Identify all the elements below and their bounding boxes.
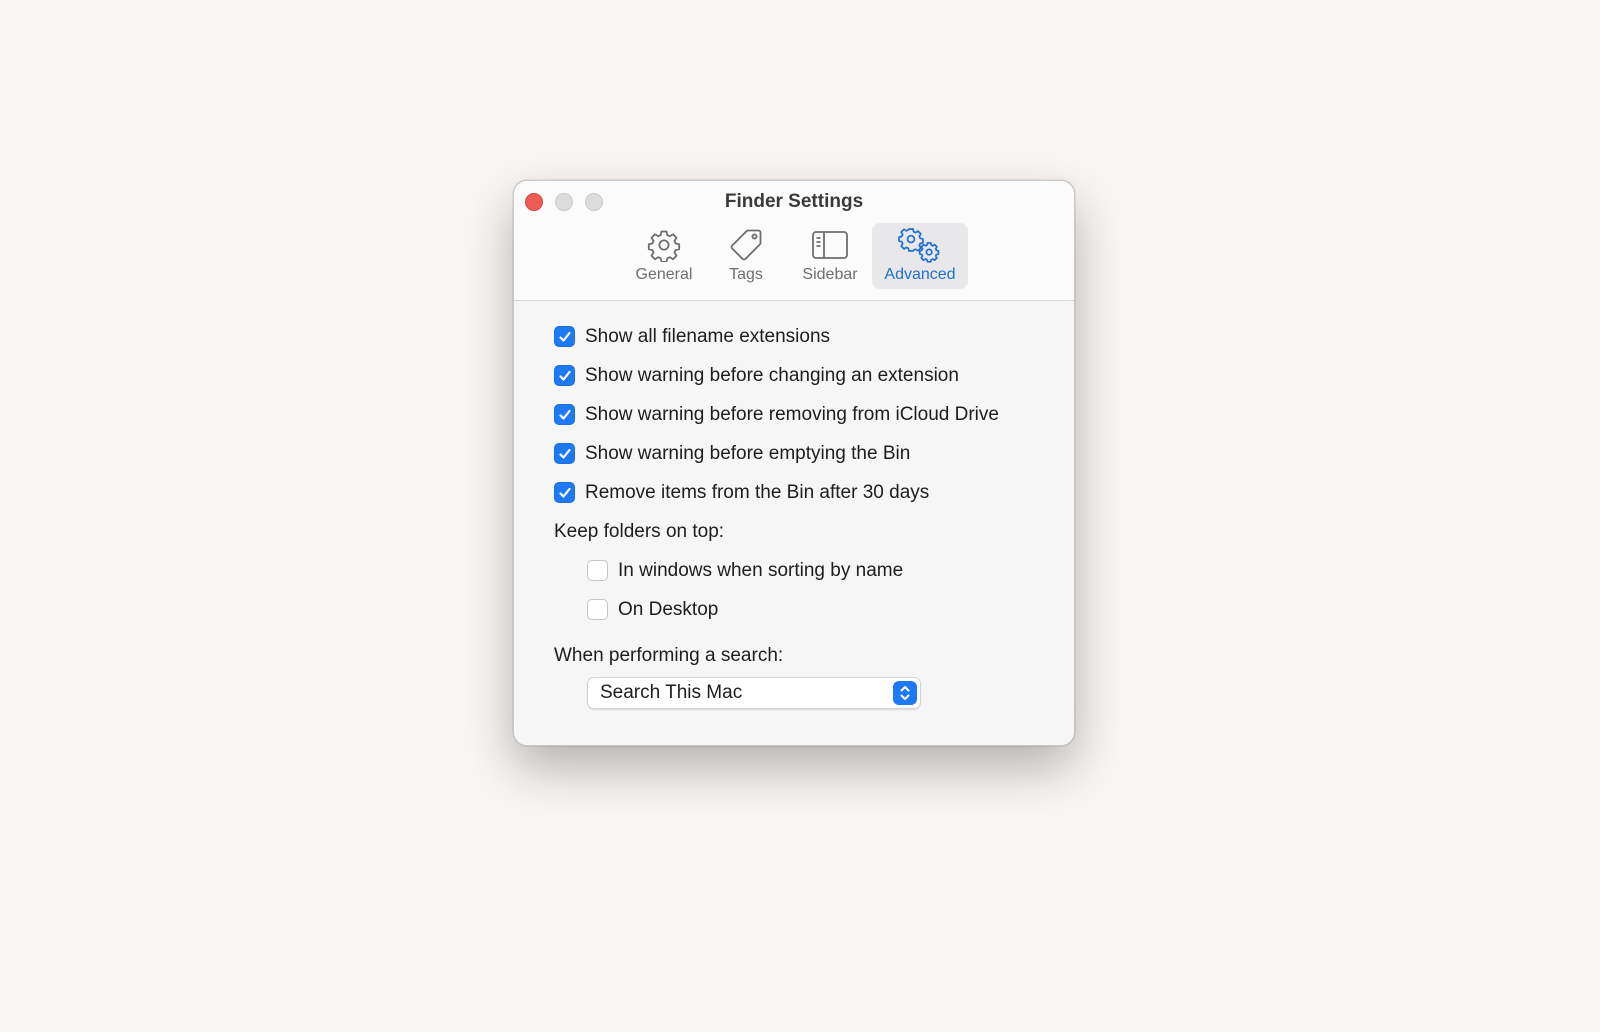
option-label: In windows when sorting by name [618, 559, 904, 581]
tab-advanced-label: Advanced [884, 266, 956, 283]
checkbox-checked[interactable] [554, 404, 575, 425]
search-scope-value: Search This Mac [600, 682, 743, 703]
toolbar-tabs: General Tags Sidebar Advanced [624, 223, 968, 289]
option-label: Show all filename extensions [585, 325, 831, 347]
tab-general[interactable]: General [624, 223, 704, 289]
option-label: Show warning before emptying the Bin [585, 442, 911, 464]
checkmark-icon [558, 370, 571, 381]
tab-advanced[interactable]: Advanced [872, 223, 968, 289]
search-scope-popup[interactable]: Search This Mac [587, 677, 921, 709]
option-folders-top-desktop[interactable]: On Desktop [554, 590, 1054, 629]
checkmark-icon [558, 409, 571, 420]
sidebar-icon [811, 227, 849, 263]
checkbox-checked[interactable] [554, 326, 575, 347]
checkbox-unchecked[interactable] [587, 599, 608, 620]
tab-sidebar[interactable]: Sidebar [788, 223, 872, 289]
gears-icon [898, 227, 942, 263]
option-warn-icloud-remove[interactable]: Show warning before removing from iCloud… [554, 395, 1054, 434]
option-remove-bin-30-days[interactable]: Remove items from the Bin after 30 days [554, 473, 1054, 512]
gear-icon [647, 227, 681, 263]
tab-general-label: General [635, 266, 693, 283]
checkmark-icon [558, 331, 571, 342]
tab-sidebar-label: Sidebar [802, 266, 858, 283]
tab-tags-label: Tags [729, 266, 763, 283]
search-scope-label: When performing a search: [554, 645, 784, 666]
checkmark-icon [558, 487, 571, 498]
option-show-extensions[interactable]: Show all filename extensions [554, 317, 1054, 356]
window-title: Finder Settings [724, 191, 864, 212]
chevron-up-down-icon [893, 681, 917, 705]
keep-folders-label: Keep folders on top: [554, 520, 725, 542]
titlebar: Finder Settings General Tags Sidebar Adv… [514, 181, 1074, 301]
finder-settings-window: Finder Settings General Tags Sidebar Adv… [513, 180, 1075, 746]
option-label: Show warning before removing from iCloud… [585, 403, 999, 425]
tag-icon [728, 227, 764, 263]
option-folders-top-windows[interactable]: In windows when sorting by name [554, 551, 1054, 590]
checkbox-checked[interactable] [554, 443, 575, 464]
tab-tags[interactable]: Tags [704, 223, 788, 289]
option-warn-empty-bin[interactable]: Show warning before emptying the Bin [554, 434, 1054, 473]
option-label: Show warning before changing an extensio… [585, 364, 959, 386]
checkbox-checked[interactable] [554, 482, 575, 503]
checkbox-checked[interactable] [554, 365, 575, 386]
option-label: On Desktop [618, 598, 719, 620]
option-label: Remove items from the Bin after 30 days [585, 481, 930, 503]
checkmark-icon [558, 448, 571, 459]
checkbox-unchecked[interactable] [587, 560, 608, 581]
option-warn-change-extension[interactable]: Show warning before changing an extensio… [554, 356, 1054, 395]
advanced-settings-panel: Show all filename extensions Show warnin… [554, 317, 1054, 709]
